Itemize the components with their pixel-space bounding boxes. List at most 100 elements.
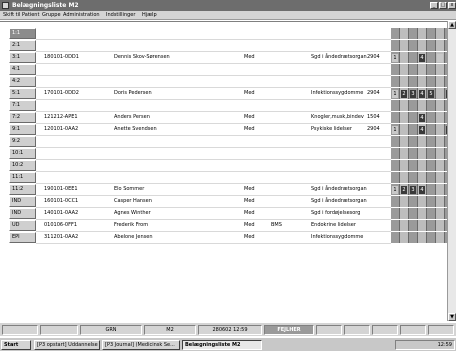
table-row[interactable]: 2:1 bbox=[0, 40, 456, 52]
status-grid-cell[interactable] bbox=[427, 160, 436, 171]
bed-number[interactable]: 10:1 bbox=[9, 148, 36, 159]
status-grid-cell[interactable] bbox=[400, 76, 409, 87]
status-grid-cell[interactable] bbox=[436, 88, 445, 99]
status-grid-cell[interactable] bbox=[436, 100, 445, 111]
status-grid-cell[interactable] bbox=[436, 28, 445, 39]
status-mark[interactable]: 4 bbox=[419, 90, 425, 98]
status-grid-cell[interactable] bbox=[436, 232, 445, 243]
status-grid-cell[interactable] bbox=[400, 148, 409, 159]
status-grid-cell[interactable] bbox=[418, 220, 427, 231]
bed-number[interactable]: 2:1 bbox=[9, 40, 36, 51]
status-grid-cell[interactable] bbox=[436, 172, 445, 183]
status-grid-cell[interactable] bbox=[436, 136, 445, 147]
status-grid-cell[interactable] bbox=[427, 28, 436, 39]
status-grid-cell[interactable] bbox=[409, 28, 418, 39]
status-grid-cell[interactable] bbox=[409, 148, 418, 159]
status-grid-cell[interactable] bbox=[436, 40, 445, 51]
status-grid-cell[interactable] bbox=[409, 232, 418, 243]
status-grid-cell[interactable] bbox=[427, 124, 436, 135]
scroll-up-icon[interactable]: ▲ bbox=[448, 21, 456, 29]
status-grid-cell[interactable] bbox=[400, 220, 409, 231]
status-grid-cell[interactable] bbox=[391, 220, 400, 231]
status-grid-cell[interactable] bbox=[409, 64, 418, 75]
status-grid-cell[interactable] bbox=[400, 136, 409, 147]
status-grid-cell[interactable] bbox=[418, 148, 427, 159]
bed-number[interactable]: 4:2 bbox=[9, 76, 36, 87]
status-grid-cell[interactable] bbox=[427, 112, 436, 123]
status-grid-cell[interactable] bbox=[391, 40, 400, 51]
status-grid-cell[interactable] bbox=[409, 160, 418, 171]
status-grid-cell[interactable] bbox=[427, 196, 436, 207]
bed-number[interactable]: 5:1 bbox=[9, 88, 36, 99]
status-grid-cell[interactable] bbox=[409, 208, 418, 219]
status-grid-cell[interactable] bbox=[436, 112, 445, 123]
status-grid-cell[interactable] bbox=[400, 28, 409, 39]
status-mark[interactable]: 3 bbox=[410, 186, 416, 194]
menu-gruppe[interactable]: Gruppe bbox=[42, 12, 61, 18]
status-grid-cell[interactable] bbox=[427, 172, 436, 183]
status-mark[interactable]: 2 bbox=[401, 186, 407, 194]
vertical-scrollbar[interactable]: ▲ ▼ bbox=[447, 21, 456, 321]
status-grid-cell[interactable] bbox=[409, 172, 418, 183]
status-grid-cell[interactable] bbox=[436, 184, 445, 195]
table-row[interactable]: UD 010106-0FF1 Frederik From Med BMS Endokrin… bbox=[0, 220, 456, 232]
table-row[interactable]: 9:2 bbox=[0, 136, 456, 148]
status-grid-cell[interactable] bbox=[400, 112, 409, 123]
status-grid-cell[interactable] bbox=[418, 40, 427, 51]
status-grid-cell[interactable] bbox=[427, 184, 436, 195]
status-mark[interactable]: 3 bbox=[410, 90, 416, 98]
status-grid-cell[interactable] bbox=[391, 100, 400, 111]
task-uddannelse[interactable]: [P3 opstart] Uddannelse bbox=[34, 340, 100, 350]
bed-number[interactable]: UD bbox=[9, 220, 36, 231]
menu-skift-til[interactable]: Skift til bbox=[3, 12, 20, 18]
bed-number[interactable]: 11:2 bbox=[9, 184, 36, 195]
status-grid-cell[interactable] bbox=[436, 220, 445, 231]
status-grid-cell[interactable] bbox=[409, 52, 418, 63]
status-grid-cell[interactable] bbox=[391, 64, 400, 75]
table-row[interactable]: IND 160101-0CC1 Casper Hansen Med Sgd i ånde… bbox=[0, 196, 456, 208]
table-row[interactable]: 9:1 120101-0AA2 Anette Svendsen Med Psykiske… bbox=[0, 124, 456, 136]
status-grid-cell[interactable] bbox=[391, 232, 400, 243]
status-grid-cell[interactable] bbox=[400, 196, 409, 207]
status-grid-cell[interactable] bbox=[436, 196, 445, 207]
status-grid-cell[interactable] bbox=[409, 220, 418, 231]
status-grid-cell[interactable] bbox=[391, 112, 400, 123]
status-grid-cell[interactable] bbox=[436, 64, 445, 75]
status-grid-cell[interactable] bbox=[436, 124, 445, 135]
close-button[interactable]: x bbox=[448, 2, 456, 9]
table-row[interactable]: 7:2 121212-APE1 Anders Persen Med Knogler,mu… bbox=[0, 112, 456, 124]
status-grid-cell[interactable] bbox=[427, 100, 436, 111]
status-grid-cell[interactable] bbox=[409, 124, 418, 135]
status-grid-cell[interactable] bbox=[436, 76, 445, 87]
status-grid-cell[interactable] bbox=[400, 100, 409, 111]
minimize-button[interactable]: _ bbox=[430, 2, 438, 9]
status-grid-cell[interactable] bbox=[400, 64, 409, 75]
bed-number[interactable]: IND bbox=[9, 208, 36, 219]
status-grid-cell[interactable] bbox=[400, 208, 409, 219]
status-grid-cell[interactable] bbox=[418, 28, 427, 39]
status-grid-cell[interactable] bbox=[400, 160, 409, 171]
bed-number[interactable]: EPI bbox=[9, 232, 36, 243]
bed-number[interactable]: 3:1 bbox=[9, 52, 36, 63]
status-grid-cell[interactable] bbox=[418, 232, 427, 243]
table-row[interactable]: 4:1 bbox=[0, 64, 456, 76]
status-mark[interactable]: 4 bbox=[419, 126, 425, 134]
menu-hjaelp[interactable]: Hjælp bbox=[142, 12, 157, 18]
status-mark[interactable] bbox=[437, 54, 443, 62]
bed-number[interactable]: 7:1 bbox=[9, 100, 36, 111]
status-grid-cell[interactable] bbox=[427, 148, 436, 159]
status-grid-cell[interactable] bbox=[400, 40, 409, 51]
status-grid-cell[interactable] bbox=[409, 100, 418, 111]
status-grid-cell[interactable] bbox=[391, 148, 400, 159]
table-row[interactable]: 1:1 bbox=[0, 28, 456, 40]
status-grid-cell[interactable] bbox=[391, 160, 400, 171]
menu-administration[interactable]: Administration bbox=[63, 12, 100, 18]
status-mark[interactable]: 4 bbox=[419, 54, 425, 62]
status-grid-cell[interactable] bbox=[427, 208, 436, 219]
start-button[interactable]: Start bbox=[1, 340, 31, 350]
status-grid-cell[interactable] bbox=[418, 136, 427, 147]
table-row[interactable]: 11:1 bbox=[0, 172, 456, 184]
status-grid-cell[interactable] bbox=[427, 136, 436, 147]
status-grid-cell[interactable] bbox=[409, 136, 418, 147]
status-mark[interactable]: 2 bbox=[401, 90, 407, 98]
